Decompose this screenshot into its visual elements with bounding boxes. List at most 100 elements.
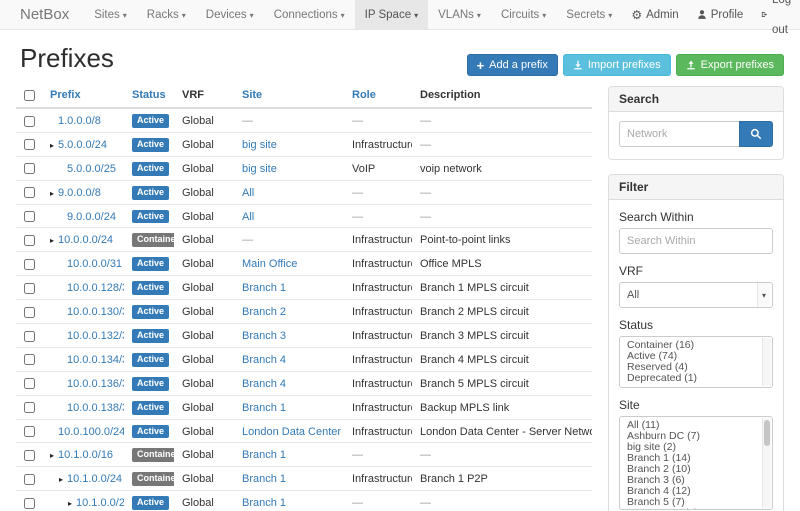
prefix-link[interactable]: 9.0.0.0/8 bbox=[58, 187, 101, 199]
nav-menu-item[interactable]: Sites▾ bbox=[84, 0, 137, 29]
search-button[interactable] bbox=[739, 121, 773, 147]
brand-logo[interactable]: NetBox bbox=[0, 0, 84, 29]
expand-toggle-icon[interactable]: ▸ bbox=[50, 141, 58, 150]
description-cell: London Data Center - Server Network bbox=[420, 426, 592, 438]
nav-menu-item[interactable]: VLANs▾ bbox=[428, 0, 491, 29]
search-input[interactable] bbox=[619, 121, 739, 147]
row-checkbox[interactable] bbox=[24, 450, 35, 461]
site-scrollbar[interactable] bbox=[762, 418, 771, 508]
row-checkbox[interactable] bbox=[24, 163, 35, 174]
column-header[interactable]: Role bbox=[344, 86, 412, 108]
site-option[interactable]: Branch 2 (10) bbox=[620, 464, 772, 475]
expand-toggle-icon[interactable]: ▸ bbox=[50, 189, 58, 198]
prefix-link[interactable]: 5.0.0.0/24 bbox=[58, 139, 107, 151]
row-checkbox[interactable] bbox=[24, 354, 35, 365]
site-option[interactable]: Branch 4 (12) bbox=[620, 486, 772, 497]
site-link[interactable]: Main Office bbox=[242, 258, 297, 270]
row-checkbox[interactable] bbox=[24, 402, 35, 413]
row-checkbox[interactable] bbox=[24, 307, 35, 318]
row-checkbox[interactable] bbox=[24, 283, 35, 294]
prefix-link[interactable]: 5.0.0.0/25 bbox=[67, 163, 116, 175]
site-link[interactable]: All bbox=[242, 187, 254, 199]
status-badge: Active bbox=[132, 377, 169, 391]
logout-label: Log out bbox=[772, 0, 795, 45]
vrf-select[interactable]: All▾ bbox=[619, 282, 773, 308]
site-link[interactable]: Branch 1 bbox=[242, 282, 286, 294]
column-header[interactable]: Prefix bbox=[42, 86, 124, 108]
import-prefixes-button[interactable]: Import prefixes bbox=[563, 54, 671, 76]
expand-toggle-icon[interactable]: ▸ bbox=[59, 475, 67, 484]
row-checkbox[interactable] bbox=[24, 211, 35, 222]
expand-toggle-icon[interactable]: ▸ bbox=[50, 236, 58, 245]
prefix-link[interactable]: 10.0.0.136/31 bbox=[67, 378, 124, 390]
site-option[interactable]: Branch 5 (7) bbox=[620, 497, 772, 508]
nav-menu-item[interactable]: Circuits▾ bbox=[491, 0, 556, 29]
site-option[interactable]: Ashburn DC (7) bbox=[620, 431, 772, 442]
prefix-link[interactable]: 10.0.0.128/31 bbox=[67, 282, 124, 294]
prefix-link[interactable]: 10.0.0.132/31 bbox=[67, 330, 124, 342]
prefix-link[interactable]: 9.0.0.0/24 bbox=[67, 211, 116, 223]
nav-menu-item[interactable]: Devices▾ bbox=[196, 0, 264, 29]
expand-toggle-icon[interactable]: ▸ bbox=[50, 451, 58, 460]
prefix-link[interactable]: 10.0.100.0/24 bbox=[58, 426, 124, 438]
row-checkbox[interactable] bbox=[24, 426, 35, 437]
prefix-link[interactable]: 10.0.0.130/31 bbox=[67, 306, 124, 318]
site-link[interactable]: Branch 1 bbox=[242, 449, 286, 461]
admin-link[interactable]: ⚙Admin bbox=[622, 0, 687, 29]
site-link[interactable]: Branch 1 bbox=[242, 497, 286, 509]
row-checkbox[interactable] bbox=[24, 139, 35, 150]
profile-link[interactable]: Profile bbox=[688, 0, 753, 29]
status-scrollbar[interactable] bbox=[762, 338, 771, 386]
site-option[interactable]: COLO-1-2A (3) bbox=[620, 508, 772, 510]
row-checkbox[interactable] bbox=[24, 187, 35, 198]
row-checkbox[interactable] bbox=[24, 498, 35, 509]
nav-menu-item[interactable]: Connections▾ bbox=[264, 0, 355, 29]
site-link[interactable]: Branch 1 bbox=[242, 473, 286, 485]
row-checkbox[interactable] bbox=[24, 259, 35, 270]
row-checkbox[interactable] bbox=[24, 331, 35, 342]
status-option[interactable]: Active (74) bbox=[620, 351, 772, 362]
column-header[interactable]: Status bbox=[124, 86, 174, 108]
site-option[interactable]: big site (2) bbox=[620, 442, 772, 453]
status-badge: Active bbox=[132, 186, 169, 200]
prefix-link[interactable]: 10.1.0.0/24 bbox=[67, 473, 122, 485]
search-within-input[interactable] bbox=[619, 228, 773, 254]
status-option[interactable]: Container (16) bbox=[620, 340, 772, 351]
site-link[interactable]: big site bbox=[242, 139, 277, 151]
site-link[interactable]: Branch 1 bbox=[242, 402, 286, 414]
vrf-cell: Global bbox=[174, 347, 234, 371]
row-checkbox[interactable] bbox=[24, 116, 35, 127]
site-link[interactable]: London Data Center bbox=[242, 426, 341, 438]
site-scrollbar-thumb[interactable] bbox=[764, 420, 770, 446]
site-option[interactable]: Branch 3 (6) bbox=[620, 475, 772, 486]
add-prefix-button[interactable]: +Add a prefix bbox=[467, 54, 558, 76]
prefix-link[interactable]: 1.0.0.0/8 bbox=[58, 115, 101, 127]
prefix-link[interactable]: 10.0.0.0/24 bbox=[58, 234, 113, 246]
nav-menu-item[interactable]: Secrets▾ bbox=[556, 0, 622, 29]
site-link[interactable]: Branch 4 bbox=[242, 354, 286, 366]
site-link[interactable]: All bbox=[242, 211, 254, 223]
prefix-link[interactable]: 10.0.0.134/31 bbox=[67, 354, 124, 366]
prefix-link[interactable]: 10.0.0.138/31 bbox=[67, 402, 124, 414]
status-option[interactable]: Reserved (4) bbox=[620, 362, 772, 373]
row-checkbox[interactable] bbox=[24, 474, 35, 485]
prefix-link[interactable]: 10.0.0.0/31 bbox=[67, 258, 122, 270]
row-checkbox[interactable] bbox=[24, 378, 35, 389]
site-link[interactable]: Branch 4 bbox=[242, 378, 286, 390]
prefix-link[interactable]: 10.1.0.0/25 bbox=[76, 497, 124, 509]
site-link[interactable]: Branch 2 bbox=[242, 306, 286, 318]
column-header[interactable]: Site bbox=[234, 86, 344, 108]
site-option[interactable]: Branch 1 (14) bbox=[620, 453, 772, 464]
site-link[interactable]: Branch 3 bbox=[242, 330, 286, 342]
export-prefixes-button[interactable]: Export prefixes bbox=[676, 54, 784, 76]
row-checkbox[interactable] bbox=[24, 235, 35, 246]
select-all-checkbox[interactable] bbox=[24, 90, 35, 101]
site-option[interactable]: All (11) bbox=[620, 420, 772, 431]
nav-menu-item[interactable]: Racks▾ bbox=[137, 0, 196, 29]
logout-link[interactable]: Log out bbox=[752, 0, 800, 29]
nav-menu-item[interactable]: IP Space▾ bbox=[355, 0, 428, 29]
expand-toggle-icon[interactable]: ▸ bbox=[68, 499, 76, 508]
prefix-link[interactable]: 10.1.0.0/16 bbox=[58, 449, 113, 461]
status-option[interactable]: Deprecated (1) bbox=[620, 373, 772, 384]
site-link[interactable]: big site bbox=[242, 163, 277, 175]
